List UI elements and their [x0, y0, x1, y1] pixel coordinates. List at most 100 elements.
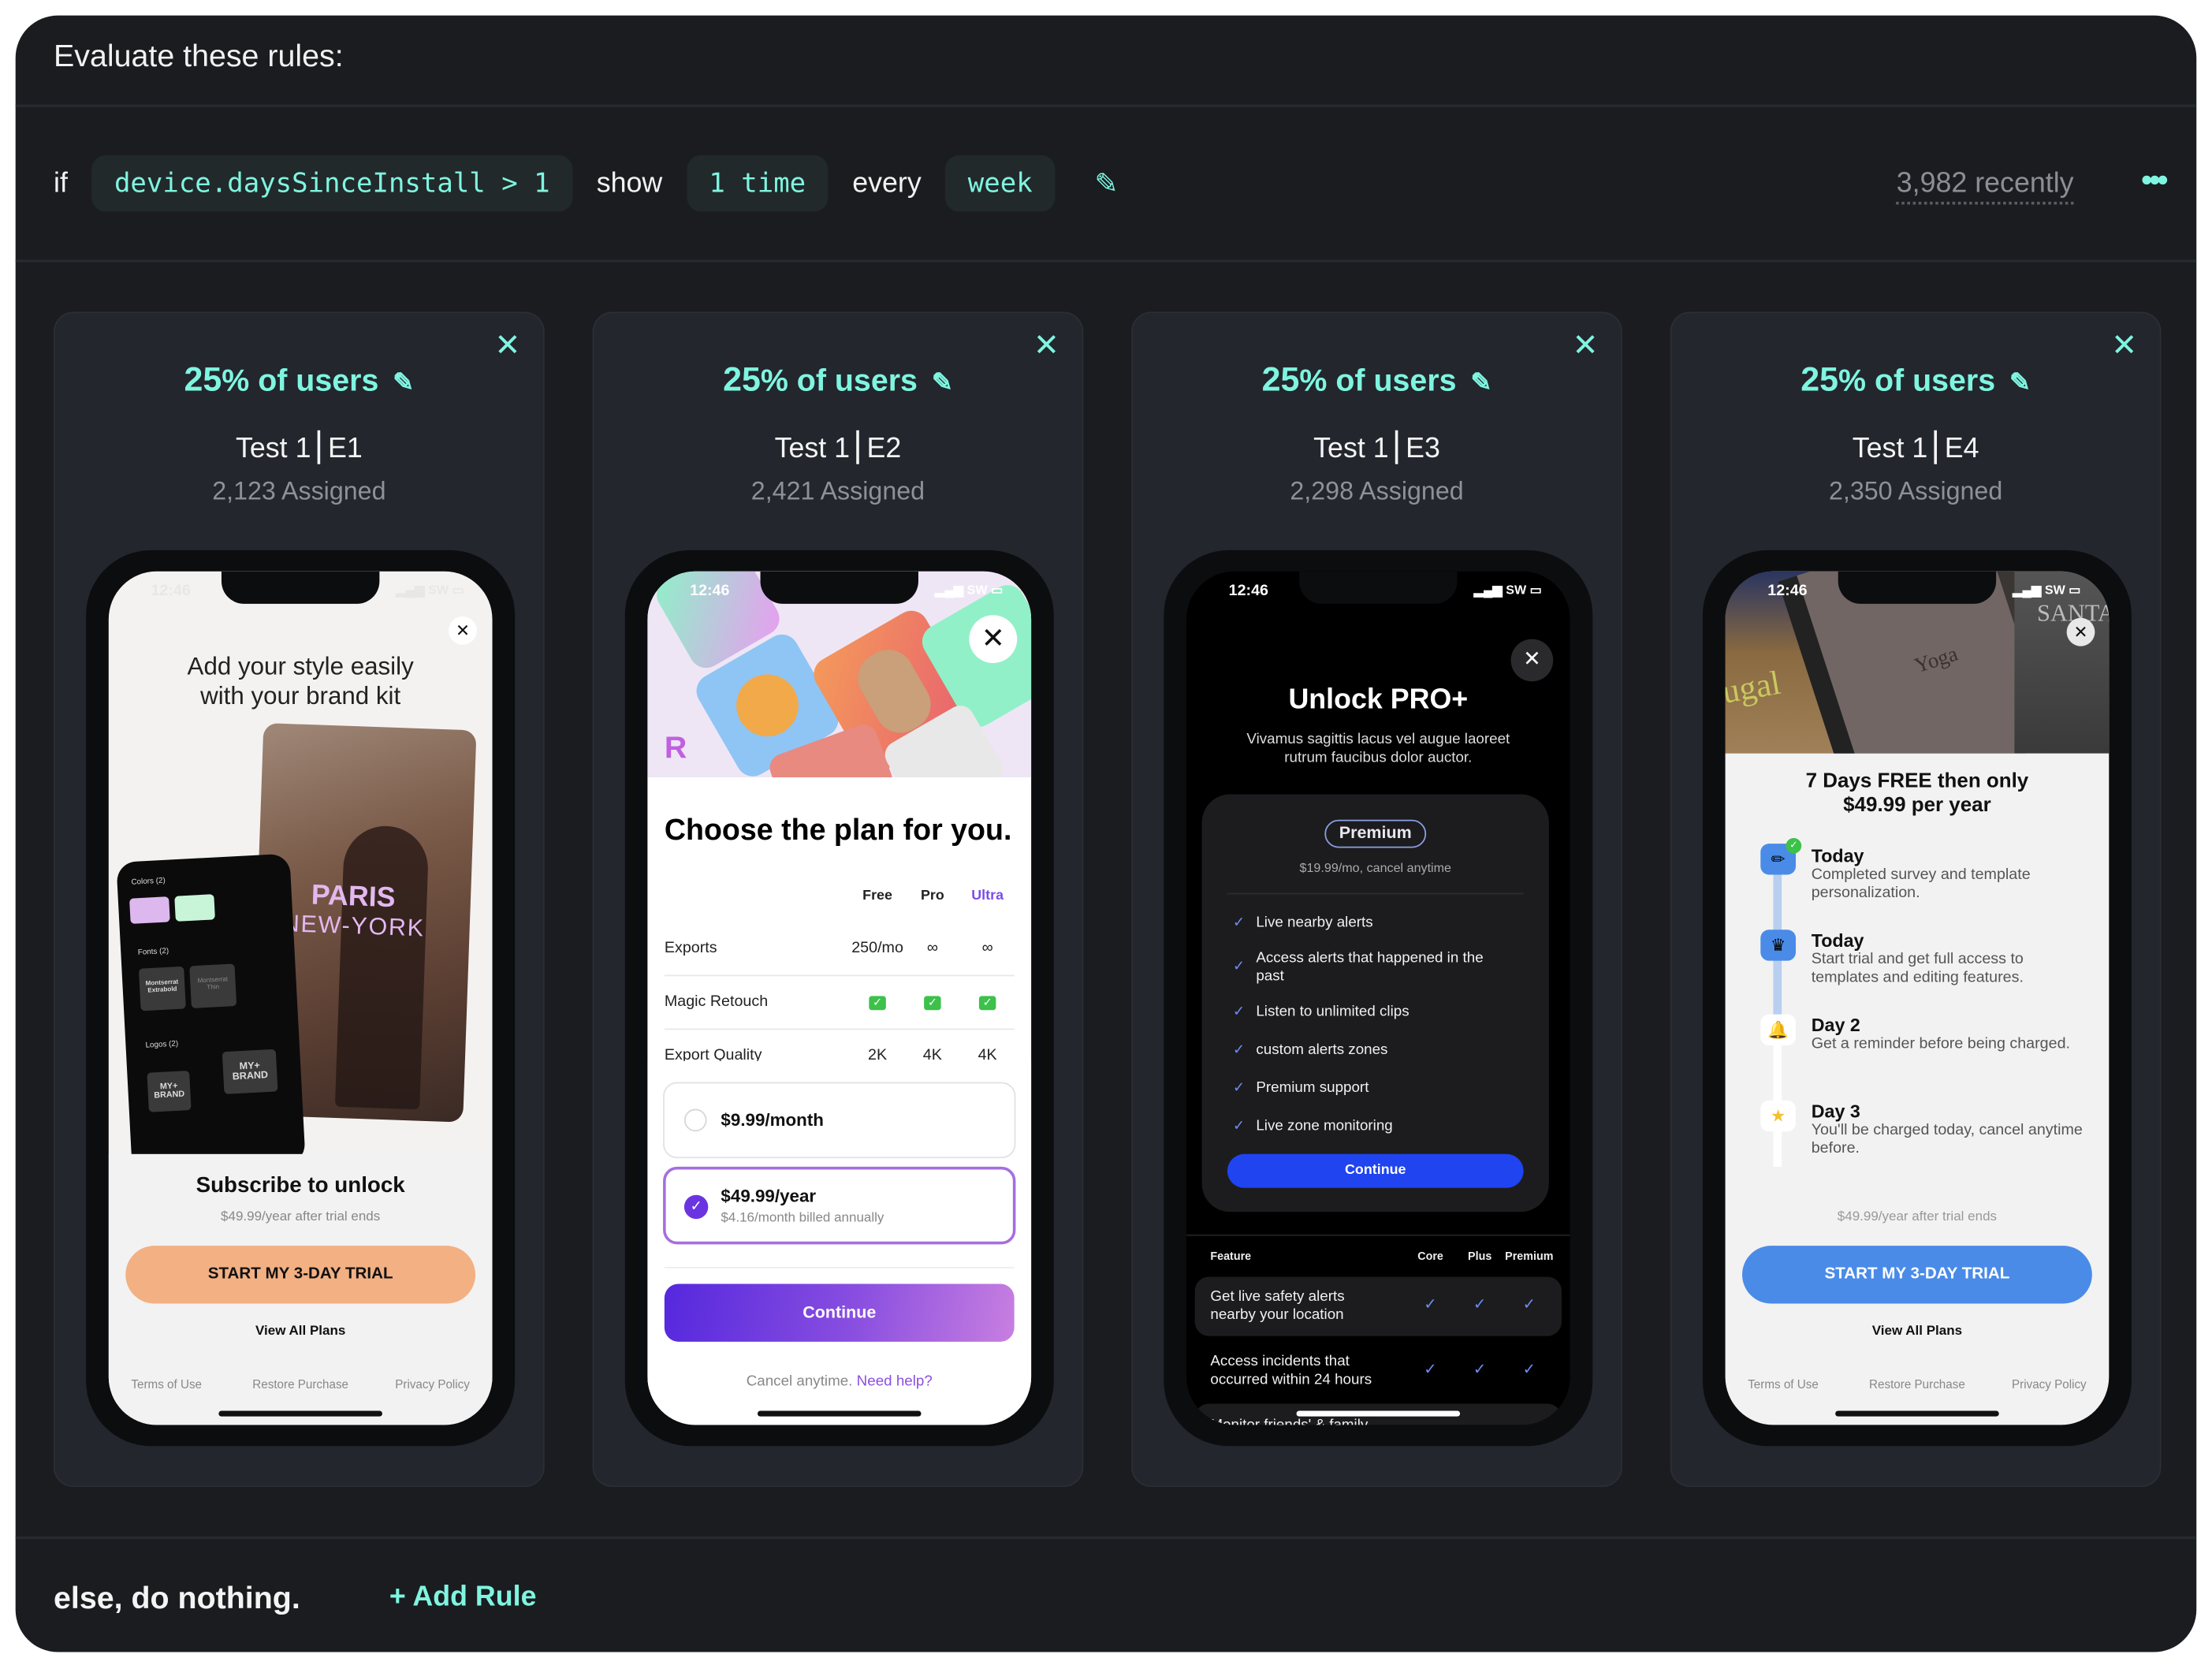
timeline-desc: You'll be charged today, cancel anytime …	[1811, 1121, 2083, 1157]
phone-preview[interactable]: ugal Yoga SANTA 12:46 ▂▄▆ SW ▭ ✕ 7 Days …	[1702, 550, 2132, 1447]
continue-button[interactable]: Continue	[664, 1283, 1015, 1342]
check-icon: ✓	[1233, 1119, 1246, 1134]
cell: 250/mo	[851, 939, 903, 957]
divider	[1227, 892, 1524, 895]
pencil-icon[interactable]: ✎	[393, 368, 414, 398]
check-icon: ✓	[978, 993, 996, 1011]
price-note: $49.99/year after trial ends	[1837, 1209, 1998, 1225]
assigned-count: 2,421 Assigned	[750, 476, 925, 505]
more-options-icon[interactable]: •••	[2141, 162, 2168, 199]
edit-rule-pencil-icon[interactable]: ✎	[1094, 166, 1118, 201]
home-indicator	[1296, 1410, 1461, 1417]
table-header: Core	[1417, 1250, 1443, 1263]
condition-chip[interactable]: device.daysSinceInstall > 1	[91, 155, 573, 212]
count-chip[interactable]: 1 time	[686, 155, 829, 212]
table-header: Feature	[1210, 1250, 1252, 1263]
home-indicator	[218, 1410, 382, 1417]
variant-card-e1: ✕ 25% of users ✎ Test 1 E1 2,123 Assigned …	[54, 311, 545, 1488]
variant-name: Test 1 E3	[1133, 430, 1621, 466]
feature-item: ✓ custom alerts zones	[1233, 1041, 1388, 1059]
privacy-link[interactable]: Privacy Policy	[395, 1377, 470, 1391]
pencil-icon[interactable]: ✎	[1470, 368, 1491, 398]
status-time: 12:46	[690, 583, 730, 600]
close-icon[interactable]: ✕	[2066, 617, 2095, 646]
separator	[318, 430, 321, 464]
check-icon: ✓	[1424, 1296, 1437, 1314]
variant-name: Test 1 E1	[55, 430, 543, 466]
continue-button[interactable]: Continue	[1227, 1153, 1524, 1188]
view-all-plans-link[interactable]: View All Plans	[1726, 1324, 2110, 1339]
variant-id: E2	[866, 433, 902, 464]
column-ultra: Ultra	[971, 888, 1004, 904]
color-swatch	[174, 894, 215, 922]
percent-value: 25	[1801, 361, 1839, 400]
bell-icon: 🔔	[1760, 1014, 1797, 1046]
status-time: 12:46	[151, 583, 191, 600]
traffic-percent[interactable]: 25% of users ✎	[55, 361, 543, 400]
home-indicator	[1835, 1410, 1999, 1417]
close-icon[interactable]: ✕	[1033, 330, 1059, 361]
font-tile: Montserrat Thin	[189, 963, 237, 1008]
close-icon[interactable]: ✕	[449, 617, 477, 645]
pencil-icon[interactable]: ✎	[2009, 368, 2031, 398]
notch	[1838, 571, 1997, 604]
percent-suffix: % of users	[222, 362, 379, 398]
feature-item: ✓ Access alerts that happened in the past	[1233, 949, 1484, 985]
start-trial-button[interactable]: START MY 3-DAY TRIAL	[1742, 1246, 2092, 1304]
logo-tile: MY+ BRAND	[147, 1070, 192, 1112]
add-rule-button[interactable]: + Add Rule	[389, 1581, 537, 1614]
plan-badge: Premium	[1324, 819, 1427, 848]
cell: ∞	[926, 939, 938, 957]
table-row: Access incidents that occurred within 24…	[1210, 1353, 1536, 1388]
paywall-screen: 12:46 ▂▄▆ SW ▭ ✕ Add your style easily w…	[108, 571, 493, 1425]
close-icon[interactable]: ✕	[1573, 330, 1599, 361]
traffic-percent[interactable]: 25% of users ✎	[1133, 361, 1621, 400]
status-icons: ▂▄▆ SW ▭	[396, 583, 464, 597]
else-text: else, do nothing.	[54, 1580, 300, 1615]
status-icons: ▂▄▆ SW ▭	[934, 583, 1004, 597]
plan-note: $4.16/month billed annually	[721, 1210, 884, 1227]
cancel-note: Cancel anytime. Need help?	[647, 1373, 1031, 1389]
close-icon[interactable]: ✕	[494, 330, 520, 361]
recent-count[interactable]: 3,982 recently	[1896, 168, 2074, 205]
need-help-link[interactable]: Need help?	[857, 1373, 933, 1389]
traffic-percent[interactable]: 25% of users ✎	[1672, 361, 2160, 400]
feature-item: ✓ Live zone monitoring	[1233, 1117, 1393, 1134]
template-thumb: SANTA	[2014, 571, 2110, 754]
phone-preview[interactable]: 12:46 ▂▄▆ SW ▭ ✕ Add your style easily w…	[86, 550, 516, 1447]
percent-suffix: % of users	[760, 362, 918, 398]
traffic-percent[interactable]: 25% of users ✎	[594, 361, 1082, 400]
check-icon: ✓	[1233, 959, 1246, 975]
close-icon[interactable]: ✕	[2111, 330, 2137, 361]
assigned-count: 2,350 Assigned	[1828, 476, 2003, 505]
status-icons: ▂▄▆ SW ▭	[1473, 583, 1542, 597]
price-note: $49.99/year after trial ends	[221, 1209, 381, 1225]
phone-preview[interactable]: 12:46 ▂▄▆ SW ▭ ✕ Unlock PRO+ Vivamus sag…	[1164, 550, 1593, 1447]
variant-name: Test 1 E4	[1672, 430, 2160, 466]
rules-panel: Evaluate these rules: if device.daysSinc…	[15, 15, 2197, 1652]
crown-icon: ♛	[1760, 929, 1797, 961]
status-time: 12:46	[1228, 583, 1269, 600]
timeline-desc: Start trial and get full access to templ…	[1811, 951, 2024, 986]
paywall-title: Add your style easily with your brand ki…	[187, 651, 414, 710]
kit-section: Colors (2)	[131, 877, 166, 888]
period-chip[interactable]: week	[945, 155, 1056, 212]
pencil-icon[interactable]: ✎	[932, 368, 953, 398]
plan-option-monthly[interactable]: $9.99/month	[663, 1082, 1016, 1159]
radio-checked-icon[interactable]: ✓	[683, 1194, 709, 1220]
timeline-title: Today	[1811, 929, 1864, 952]
every-label: every	[852, 167, 922, 199]
phone-preview[interactable]: R 12:46 ▂▄▆ SW ▭ ✕ Choose the plan for y…	[624, 550, 1054, 1447]
table-header: Premium	[1505, 1250, 1554, 1263]
percent-value: 25	[1261, 361, 1300, 400]
paywall-screen: 12:46 ▂▄▆ SW ▭ ✕ Unlock PRO+ Vivamus sag…	[1186, 571, 1570, 1425]
close-icon[interactable]: ✕	[969, 615, 1018, 664]
start-trial-button[interactable]: START MY 3-DAY TRIAL	[125, 1246, 476, 1304]
view-all-plans-link[interactable]: View All Plans	[109, 1324, 493, 1339]
home-indicator	[757, 1410, 922, 1417]
plan-option-yearly[interactable]: ✓ $49.99/year $4.16/month billed annuall…	[663, 1166, 1016, 1245]
assigned-count: 2,123 Assigned	[212, 476, 386, 505]
privacy-link[interactable]: Privacy Policy	[2012, 1377, 2087, 1391]
radio-icon[interactable]	[683, 1108, 707, 1132]
close-icon[interactable]: ✕	[1510, 639, 1554, 682]
